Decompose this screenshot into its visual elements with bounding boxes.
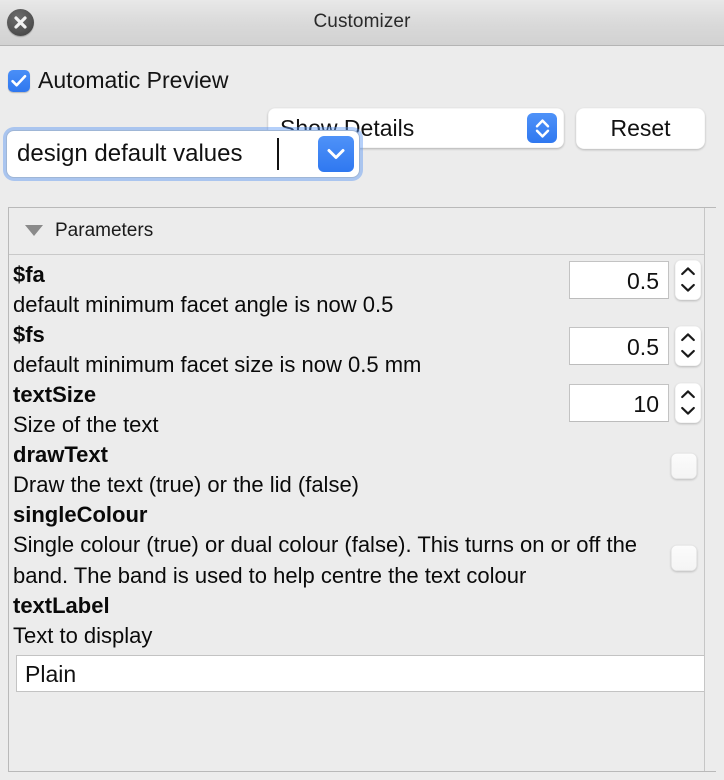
parameters-group-title: Parameters [55, 220, 154, 241]
preset-combobox[interactable]: design default values [6, 130, 360, 178]
spinner-value: 10 [633, 391, 659, 417]
parameter-name: singleColour [13, 502, 148, 527]
toolbar: Automatic Preview Show Details Reset [0, 46, 724, 149]
parameter-row-textlabel: textLabel Text to display Plain [9, 591, 716, 692]
parameters-panel: Parameters $fa default minimum facet ang… [8, 207, 716, 772]
automatic-preview-checkbox[interactable] [8, 70, 30, 92]
parameter-spinner-fs: 0.5 [569, 326, 701, 366]
triangle-down-icon[interactable] [25, 225, 43, 236]
spinner-input-fa[interactable]: 0.5 [569, 261, 669, 299]
title-bar: Customizer [0, 0, 724, 46]
chevron-down-icon [681, 283, 695, 292]
preset-combobox-value: design default values [17, 140, 243, 167]
parameter-text-input-textlabel[interactable]: Plain [16, 655, 709, 692]
chevron-up-icon [681, 267, 695, 276]
chevron-up-icon [681, 333, 695, 342]
parameters-list: $fa default minimum facet angle is now 0… [9, 255, 716, 771]
window-title: Customizer [313, 11, 411, 32]
spinner-input-fs[interactable]: 0.5 [569, 327, 669, 365]
spinner-stepper-fs[interactable] [675, 326, 701, 366]
preset-row: design default values + - save preset [0, 114, 724, 307]
parameter-description: Draw the text (true) or the lid (false) [13, 472, 360, 497]
parameter-row-textsize: textSize Size of the text 10 [9, 380, 716, 440]
parameter-row-drawtext: drawText Draw the text (true) or the lid… [9, 440, 716, 500]
parameter-description: Size of the text [13, 412, 159, 437]
spinner-input-textsize[interactable]: 10 [569, 384, 669, 422]
text-caret [277, 138, 279, 170]
parameter-row-singlecolour: singleColour Single colour (true) or dua… [9, 500, 716, 591]
parameters-scrollbar[interactable] [704, 208, 716, 771]
spinner-stepper-textsize[interactable] [675, 383, 701, 423]
spinner-stepper-fa[interactable] [675, 260, 701, 300]
parameter-row-fs: $fs default minimum facet size is now 0.… [9, 320, 716, 380]
parameter-name: textLabel [13, 593, 110, 618]
chevron-up-icon [681, 390, 695, 399]
customizer-window: Customizer Automatic Preview Show Detail… [0, 0, 724, 780]
spinner-value: 0.5 [627, 268, 659, 294]
parameter-name: drawText [13, 442, 108, 467]
chevron-down-icon [681, 349, 695, 358]
text-input-value: Plain [25, 661, 77, 687]
parameter-spinner-fa: 0.5 [569, 260, 701, 300]
parameters-group-header[interactable]: Parameters [9, 208, 716, 255]
chevron-down-icon[interactable] [318, 136, 354, 172]
parameter-checkbox-singlecolour[interactable] [671, 545, 697, 571]
automatic-preview-label: Automatic Preview [38, 67, 229, 93]
parameter-description: Single colour (true) or dual colour (fal… [13, 532, 638, 588]
spinner-value: 0.5 [627, 334, 659, 360]
chevron-down-icon [681, 406, 695, 415]
parameter-checkbox-drawtext[interactable] [671, 453, 697, 479]
parameter-description: default minimum facet angle is now 0.5 [13, 292, 394, 317]
parameter-description: Text to display [13, 623, 153, 648]
parameter-description: default minimum facet size is now 0.5 mm [13, 352, 422, 377]
parameter-spinner-textsize: 10 [569, 383, 701, 423]
parameter-row-fa: $fa default minimum facet angle is now 0… [9, 255, 716, 320]
